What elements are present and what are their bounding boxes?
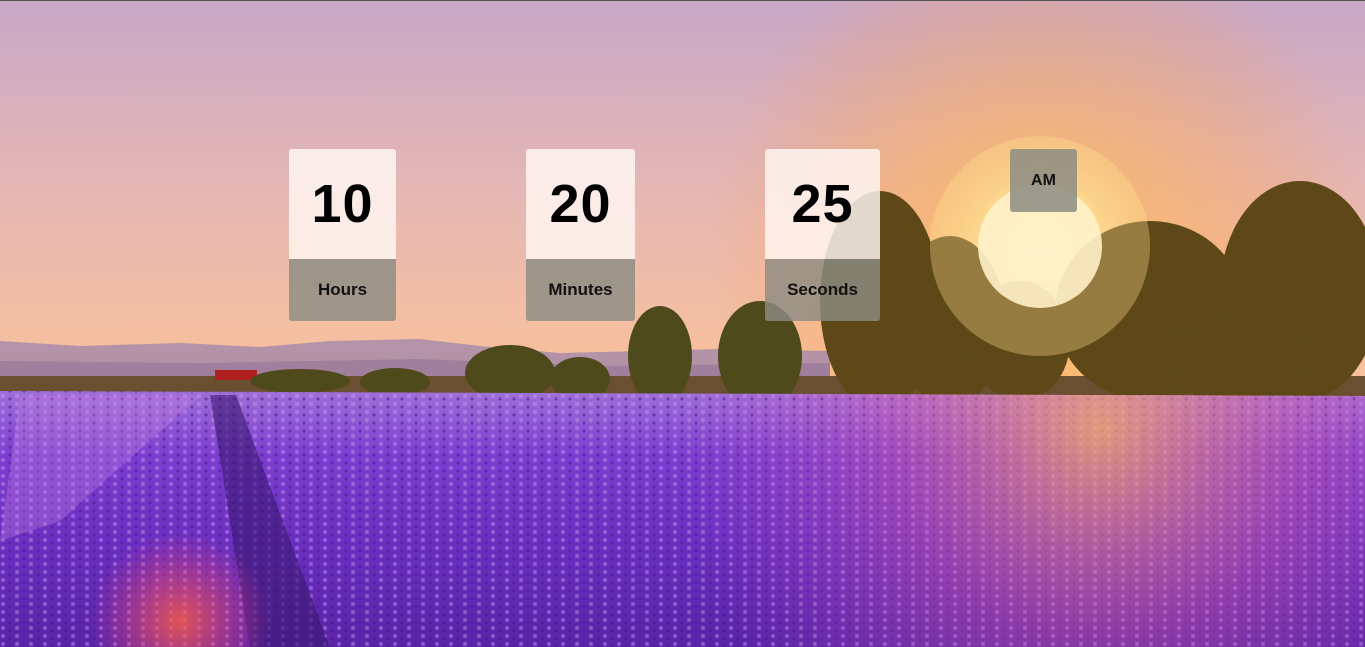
minutes-label: Minutes — [526, 259, 635, 321]
hours-unit: 10 Hours — [289, 149, 396, 321]
clock-page: 10 Hours 20 Minutes 25 Seconds AM — [0, 0, 1365, 647]
lavender-field-background — [0, 1, 1365, 647]
period-indicator: AM — [1010, 149, 1077, 212]
minutes-value: 20 — [526, 149, 635, 259]
hours-label: Hours — [289, 259, 396, 321]
seconds-label: Seconds — [765, 259, 880, 321]
minutes-unit: 20 Minutes — [526, 149, 635, 321]
seconds-unit: 25 Seconds — [765, 149, 880, 321]
seconds-value: 25 — [765, 149, 880, 259]
hours-value: 10 — [289, 149, 396, 259]
